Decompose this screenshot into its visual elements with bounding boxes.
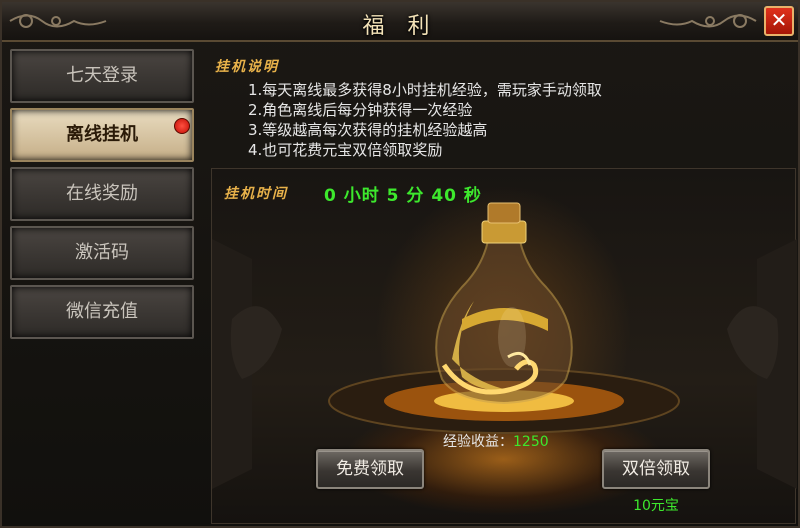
sidebar-item-wechat-recharge[interactable]: 微信充值	[10, 285, 194, 339]
description-title: 挂机说明	[215, 59, 279, 75]
exp-income-value: 1250	[513, 434, 549, 450]
sidebar-item-seven-day-login[interactable]: 七天登录	[10, 49, 194, 103]
description-line: 1.每天离线最多获得8小时挂机经验，需玩家手动领取	[248, 81, 602, 99]
sidebar-item-label: 离线挂机	[66, 124, 138, 145]
title-bar: 福 利 ✕	[2, 2, 798, 42]
description-line: 2.角色离线后每分钟获得一次经验	[248, 101, 473, 119]
welfare-window: 福 利 ✕ 七天登录 离线挂机 在线奖励 激活码 微信充值 挂机说明 1.每天离…	[0, 0, 800, 528]
exp-income: 经验收益：1250	[443, 431, 549, 451]
close-button[interactable]: ✕	[764, 6, 794, 36]
title-ornament-right	[659, 14, 757, 28]
exp-income-label: 经验收益：	[443, 434, 513, 450]
sidebar-item-label: 微信充值	[66, 301, 138, 322]
description-list: 1.每天离线最多获得8小时挂机经验，需玩家手动领取 2.角色离线后每分钟获得一次…	[248, 80, 602, 160]
right-dragon-statue	[727, 306, 779, 379]
free-claim-button[interactable]: 免费领取	[316, 449, 424, 489]
notification-dot-icon	[174, 118, 190, 134]
sidebar-item-label: 七天登录	[66, 65, 138, 86]
description-line: 4.也可花费元宝双倍领取奖励	[248, 141, 443, 159]
sidebar-item-label: 激活码	[75, 242, 129, 263]
close-icon: ✕	[770, 8, 788, 32]
sidebar-item-label: 在线奖励	[66, 183, 138, 204]
sidebar-item-offline-idle[interactable]: 离线挂机	[10, 108, 194, 162]
double-claim-price: 10元宝	[633, 498, 679, 514]
left-dragon-statue	[230, 306, 282, 379]
sidebar-item-online-reward[interactable]: 在线奖励	[10, 167, 194, 221]
idle-time-label: 挂机时间	[224, 186, 288, 202]
sidebar: 七天登录 离线挂机 在线奖励 激活码 微信充值	[10, 49, 194, 344]
double-claim-button[interactable]: 双倍领取	[602, 449, 710, 489]
description-line: 3.等级越高每次获得的挂机经验越高	[248, 121, 488, 139]
potion-bottle-icon	[435, 202, 573, 405]
idle-panel: 挂机时间 0 小时 5 分 40 秒 经验收益：1250 免费领取 双倍领取 1…	[211, 168, 797, 524]
sidebar-item-activation-code[interactable]: 激活码	[10, 226, 194, 280]
idle-time-value: 0 小时 5 分 40 秒	[324, 186, 482, 206]
